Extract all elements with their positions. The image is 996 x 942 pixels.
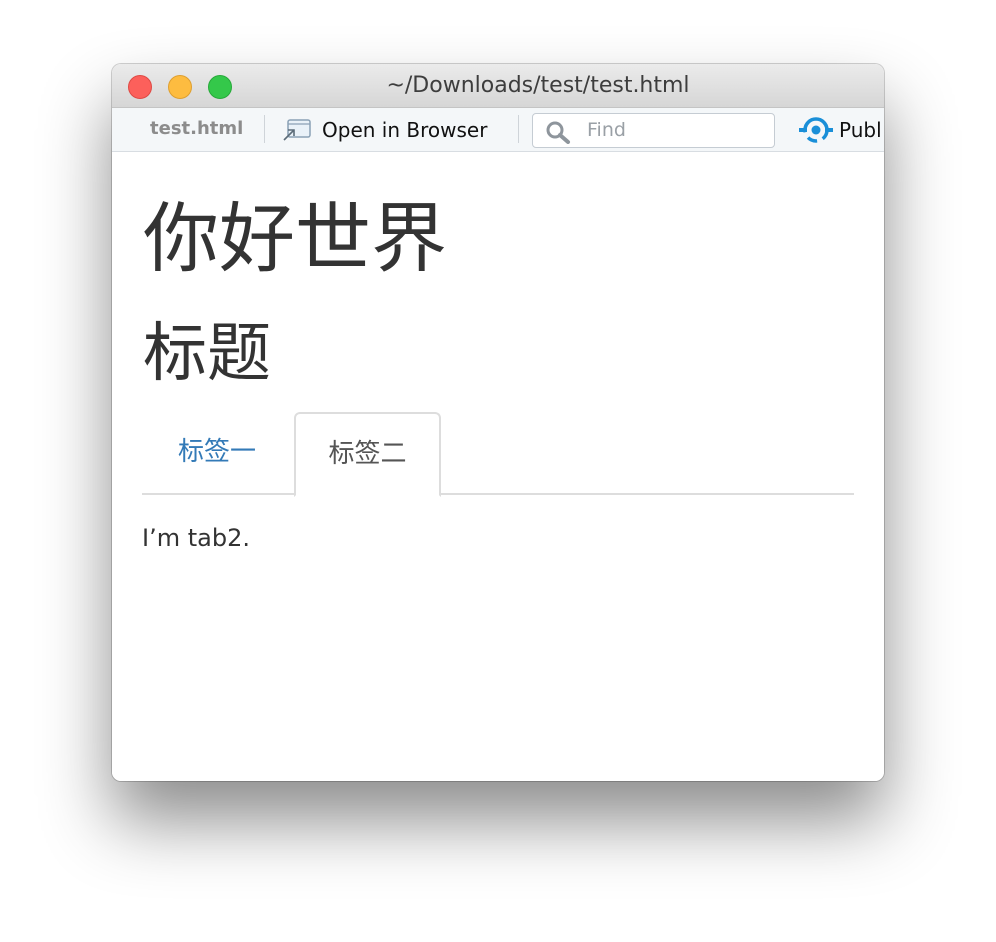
find-box[interactable]: [532, 113, 775, 148]
find-input[interactable]: [587, 117, 767, 143]
publish-button[interactable]: Publ: [799, 115, 882, 145]
tab-1[interactable]: 标签一: [144, 412, 290, 495]
document-viewport[interactable]: 你好世界 标题 标签一 标签二 I’m tab2.: [112, 152, 884, 781]
tab-2[interactable]: 标签二: [294, 412, 441, 497]
window-title: ~/Downloads/test/test.html: [386, 73, 690, 98]
open-in-browser-button[interactable]: Open in Browser: [282, 115, 487, 145]
viewer-toolbar: test.html Open in Browser Find Publ: [112, 108, 884, 152]
section-heading: 标题: [143, 317, 271, 391]
toolbar-separator: [264, 115, 265, 143]
search-icon: [546, 121, 570, 144]
app-window: ~/Downloads/test/test.html test.html Ope…: [112, 64, 884, 781]
tab-bar: 标签一 标签二: [142, 412, 854, 497]
title-bar[interactable]: ~/Downloads/test/test.html: [112, 64, 884, 108]
open-in-browser-label: Open in Browser: [322, 118, 488, 142]
publish-icon: [799, 117, 833, 143]
publish-label: Publ: [839, 118, 882, 142]
page-heading: 你好世界: [143, 194, 447, 283]
toolbar-separator: [518, 115, 519, 143]
open-in-browser-icon: [283, 119, 311, 141]
file-tab[interactable]: test.html: [150, 118, 243, 139]
tab-pane-content: I’m tab2.: [142, 524, 250, 552]
